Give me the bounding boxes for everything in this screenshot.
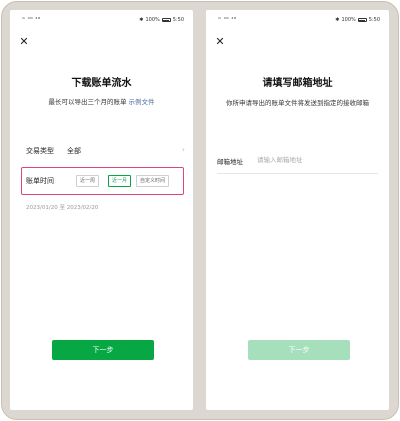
transaction-type-row[interactable]: 交易类型 全部 › xyxy=(26,145,185,158)
status-time: 5:50 xyxy=(172,17,184,23)
sample-file-link[interactable]: 示例文件 xyxy=(129,98,155,106)
battery-percent: 100% xyxy=(145,17,160,23)
transaction-type-label: 交易类型 xyxy=(26,147,54,155)
email-input[interactable] xyxy=(257,153,378,167)
battery-icon xyxy=(161,18,171,22)
bluetooth-icon: ✱ xyxy=(139,17,144,23)
email-label: 邮箱地址 xyxy=(217,158,243,166)
statement-time-label: 账单时间 xyxy=(26,177,54,185)
date-range-text: 2023/01/20 至 2023/02/20 xyxy=(26,205,99,211)
signal-icons: ᵐ ⁴ᴳ ⁴ᴳ xyxy=(218,17,237,23)
battery-percent: 100% xyxy=(341,17,356,23)
page-title: 请填写邮箱地址 xyxy=(262,78,333,89)
chip-last-month[interactable]: 近一月 xyxy=(108,175,132,187)
page-description: 你所申请导出的账单文件将发送到指定的接收邮箱 xyxy=(226,99,369,107)
phone-screen-download-statement: ᵐ ⁴ᴳ ⁴ᴳ ✱ 100% 5:50 ✕ 下载账单流水 最长可以导出三个月的账… xyxy=(10,10,193,410)
email-row: 邮箱地址 xyxy=(217,150,378,174)
bluetooth-icon: ✱ xyxy=(335,17,340,23)
next-button[interactable]: 下一步 xyxy=(52,340,154,360)
subtitle-text: 最长可以导出三个月的账单 xyxy=(48,98,127,106)
page-subtitle: 最长可以导出三个月的账单 示例文件 xyxy=(10,96,193,106)
statement-time-row: 账单时间 近一周 近一月 自定义时间 xyxy=(21,167,184,195)
close-icon[interactable]: ✕ xyxy=(18,36,30,48)
status-right: ✱ 100% 5:50 xyxy=(139,17,184,23)
chip-custom-time[interactable]: 自定义时间 xyxy=(136,175,170,187)
status-time: 5:50 xyxy=(368,17,380,23)
close-icon[interactable]: ✕ xyxy=(214,36,226,48)
chip-last-week[interactable]: 近一周 xyxy=(76,175,100,187)
phone-screen-enter-email: ᵐ ⁴ᴳ ⁴ᴳ ✱ 100% 5:50 ✕ 请填写邮箱地址 你所申请导出的账单文… xyxy=(206,10,389,410)
battery-icon xyxy=(357,18,367,22)
chevron-right-icon: › xyxy=(181,145,185,154)
next-button-disabled[interactable]: 下一步 xyxy=(248,340,350,360)
page-title: 下载账单流水 xyxy=(71,78,132,89)
status-bar: ᵐ ⁴ᴳ ⁴ᴳ ✱ 100% 5:50 xyxy=(206,10,389,26)
signal-icons: ᵐ ⁴ᴳ ⁴ᴳ xyxy=(22,17,41,23)
status-right: ✱ 100% 5:50 xyxy=(335,17,380,23)
transaction-type-value: 全部 xyxy=(67,147,81,155)
status-bar: ᵐ ⁴ᴳ ⁴ᴳ ✱ 100% 5:50 xyxy=(10,10,193,26)
